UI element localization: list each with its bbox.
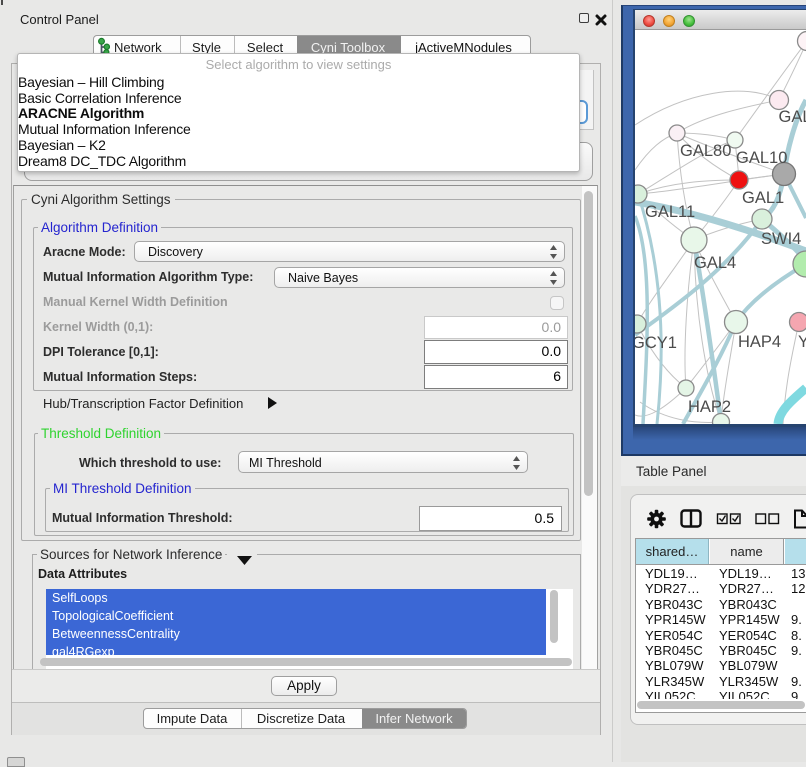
svg-text:Y: Y [798, 333, 806, 351]
svg-text:GCY1: GCY1 [635, 334, 677, 352]
svg-text:GAL11: GAL11 [645, 203, 695, 221]
svg-text:GAL80: GAL80 [680, 142, 731, 160]
svg-text:GAL7: GAL7 [779, 108, 806, 126]
svg-text:SWI4: SWI4 [761, 230, 801, 248]
svg-text:GAL4: GAL4 [694, 254, 736, 272]
svg-text:GAL10: GAL10 [736, 149, 787, 167]
svg-text:HAP2: HAP2 [688, 398, 731, 416]
svg-text:HAP4: HAP4 [738, 333, 781, 351]
svg-text:GAL1: GAL1 [742, 189, 784, 207]
